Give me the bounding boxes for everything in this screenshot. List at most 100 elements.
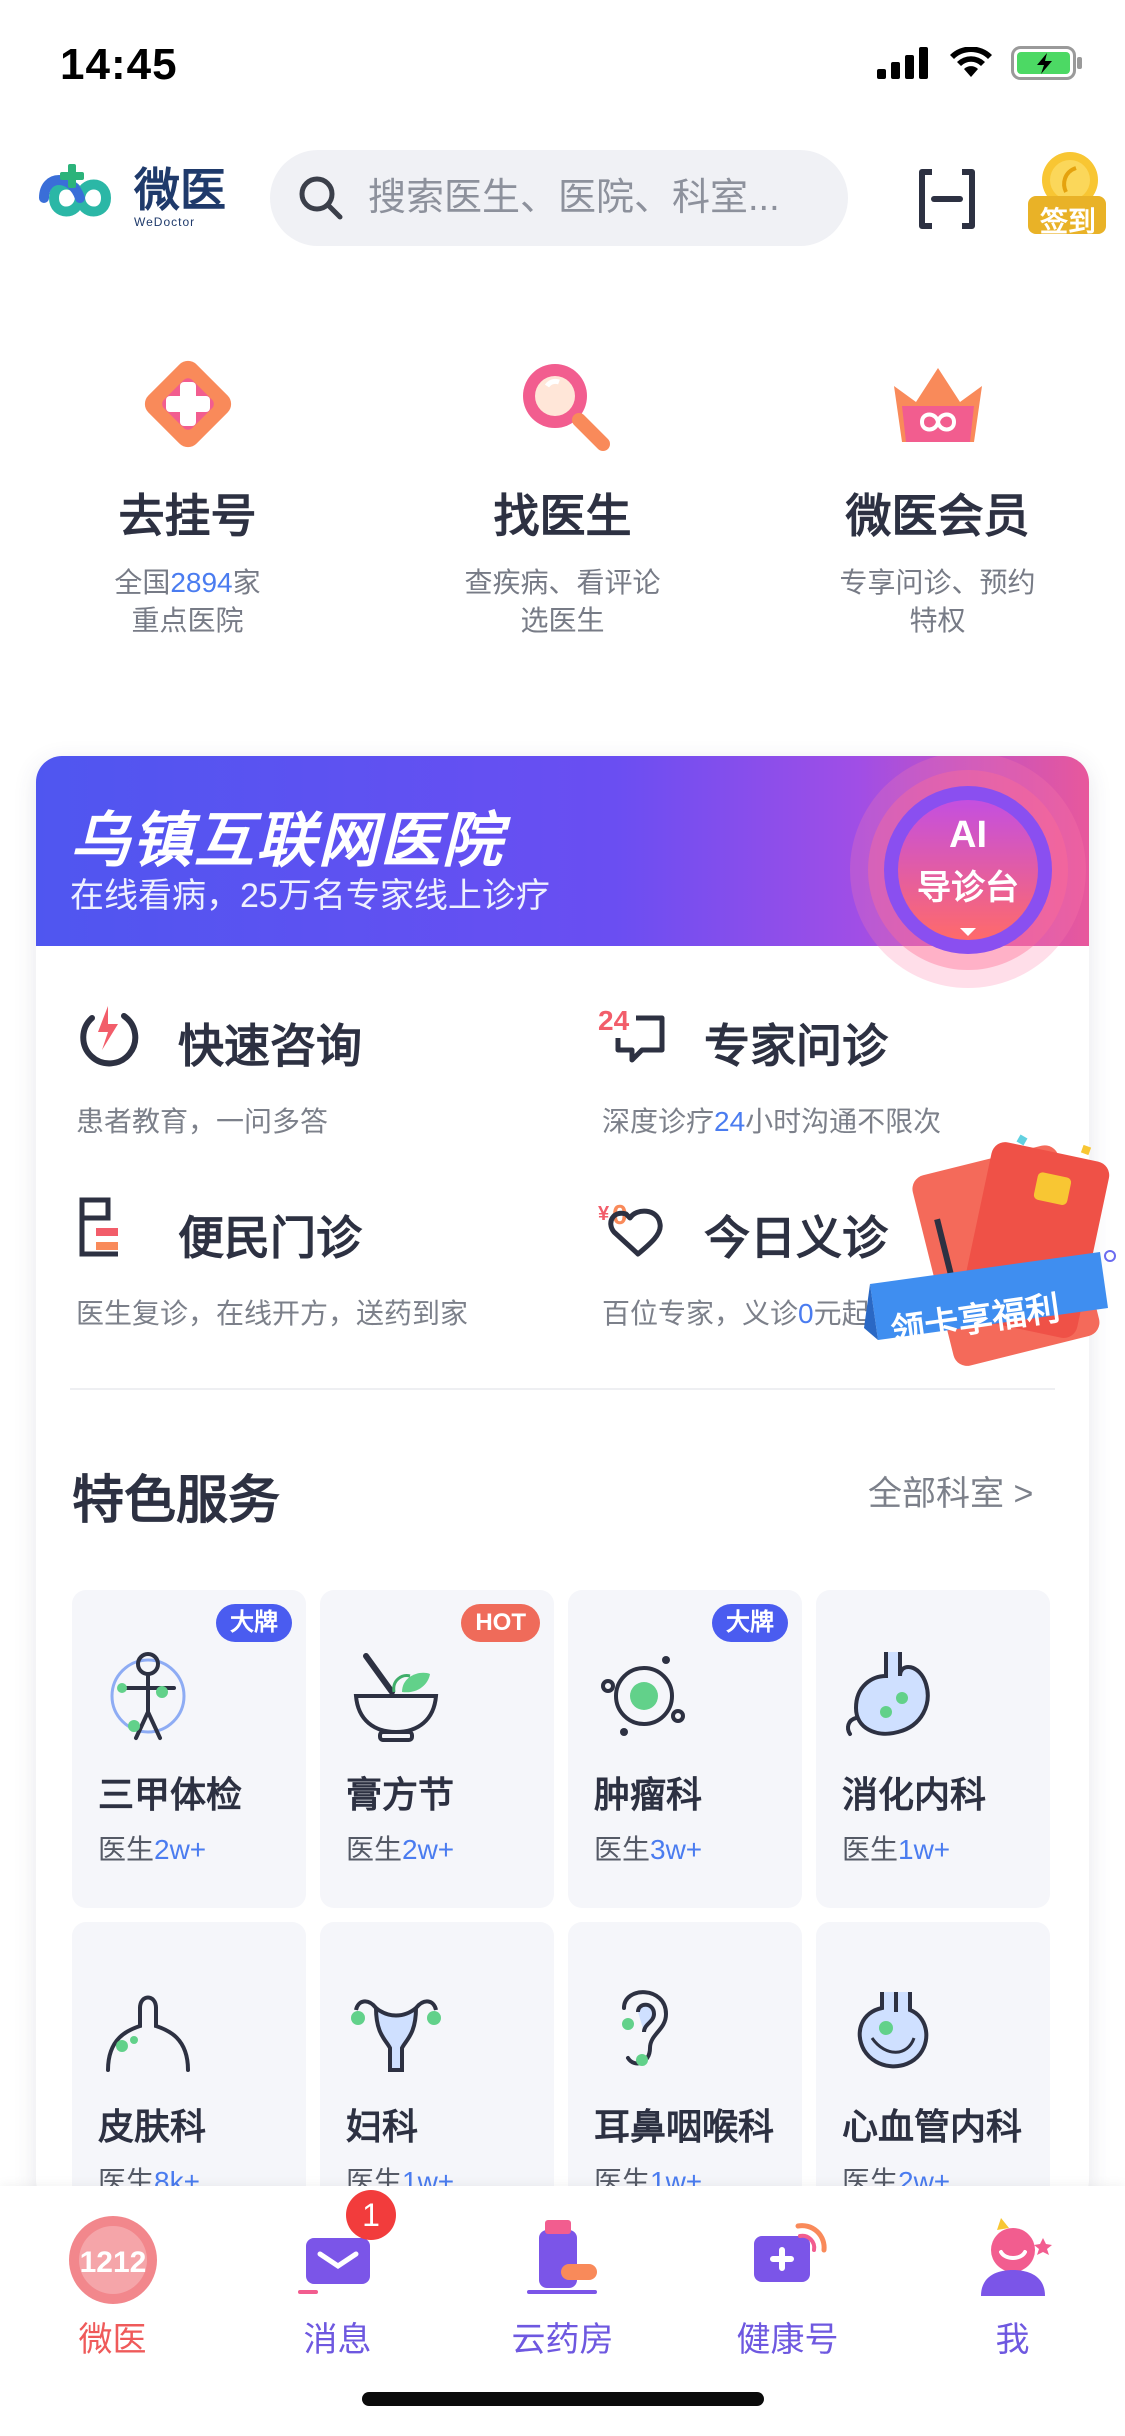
banner-title: 乌镇互联网医院 — [70, 807, 504, 874]
service-desc-line1: 专享问诊、预约 — [839, 567, 1036, 598]
tab-me[interactable]: 我 — [900, 2210, 1125, 2361]
tile-gastro[interactable]: 消化内科 医生1w+ — [816, 1590, 1050, 1908]
tab-pharmacy[interactable]: 云药房 — [450, 2210, 675, 2361]
tile-badge: HOT — [461, 1604, 540, 1642]
tile-count-prefix: 医生 — [594, 1834, 651, 1865]
service-desc: 查疾病、看评论 选医生 — [375, 564, 750, 640]
banner-subtitle: 在线看病，25万名专家线上诊疗 — [70, 877, 550, 915]
service-title: 微医会员 — [845, 490, 1030, 542]
tile-name: 膏方节 — [346, 1774, 455, 1815]
ear-icon — [622, 1990, 669, 2066]
service-desc: 专享问诊、预约 特权 — [750, 564, 1125, 640]
tile-name: 心血管内科 — [842, 2106, 1023, 2147]
quick-title: 便民门诊 — [178, 1212, 362, 1264]
tab-label: 我 — [995, 2321, 1030, 2359]
signal-icon — [877, 47, 928, 79]
tab-label: 微医 — [78, 2321, 147, 2359]
tile-dermatology[interactable]: 皮肤科 医生8k+ — [72, 1922, 306, 2206]
tile-count-prefix: 医生 — [842, 1834, 899, 1865]
tab-health-account[interactable]: 健康号 — [675, 2210, 900, 2361]
home-indicator — [362, 2392, 764, 2406]
signin-button[interactable]: 签到 — [1026, 148, 1108, 238]
tile-name: 皮肤科 — [98, 2106, 207, 2147]
clinic-service[interactable]: 便民门诊 医生复诊，在线开方，送药到家 — [72, 1197, 572, 1342]
tile-count-value: 2w+ — [154, 1834, 207, 1865]
heart-yuan-icon: ¥ 0 — [598, 1199, 663, 1257]
tile-physical-exam[interactable]: 大牌 三甲体检 医生2w+ — [72, 1590, 306, 1908]
stomach-icon — [846, 1652, 930, 1736]
service-desc-line1: 查疾病、看评论 — [464, 567, 661, 598]
lightning-clock-icon — [80, 1006, 139, 1067]
battery-icon — [1011, 46, 1082, 80]
tab-messages[interactable]: 消息 — [225, 2210, 450, 2361]
tile-name: 三甲体检 — [98, 1774, 243, 1815]
tile-name: 妇科 — [346, 2106, 419, 2147]
ai-triage-button[interactable]: AI 导诊台 — [842, 756, 1089, 1000]
shoulder-skin-icon — [106, 1995, 190, 2072]
uterus-icon — [351, 1999, 441, 2072]
signin-label: 签到 — [1039, 206, 1096, 237]
heart-organ-icon — [857, 1992, 929, 2069]
all-departments-link[interactable]: 全部科室 > — [868, 1466, 1033, 1515]
quick-desc-prefix: 深度诊疗 — [602, 1106, 715, 1137]
quick-desc: 医生复诊，在线开方，送药到家 — [76, 1298, 469, 1329]
search-input[interactable] — [366, 175, 830, 221]
service-find-doctor[interactable]: 找医生 查疾病、看评论 选医生 — [375, 350, 750, 640]
service-desc: 全国2894家 重点医院 — [0, 564, 375, 640]
search-bar[interactable] — [270, 150, 848, 246]
wedoctor-logo-icon — [39, 164, 112, 217]
tile-name: 消化内科 — [842, 1774, 987, 1815]
24h-chat-icon: 24 — [598, 1005, 665, 1063]
tile-ent[interactable]: 耳鼻咽喉科 医生1w+ — [568, 1922, 802, 2206]
hospital-card: 乌镇互联网医院 在线看病，25万名专家线上诊疗 AI 导诊台 快速咨询 患者教育… — [36, 756, 1089, 2206]
logo-text: 微医 — [134, 164, 226, 216]
service-register[interactable]: 去挂号 全国2894家 重点医院 — [0, 350, 375, 640]
quick-desc-number: 24 — [714, 1106, 746, 1137]
quick-desc-number: 0 — [798, 1298, 814, 1329]
app-logo: 微医 WeDoctor — [34, 162, 226, 234]
service-title: 去挂号 — [118, 490, 257, 542]
service-desc-line2: 选医生 — [520, 605, 605, 636]
search-icon — [299, 176, 343, 220]
tile-count-value: 1w+ — [898, 1834, 951, 1865]
svg-text:24: 24 — [598, 1005, 630, 1036]
scan-icon[interactable] — [916, 168, 978, 230]
logo-subtext: WeDoctor — [134, 215, 196, 229]
message-badge: 1 — [346, 2190, 396, 2240]
quick-title: 快速咨询 — [178, 1020, 362, 1072]
tile-count-value: 3w+ — [650, 1834, 703, 1865]
service-desc-line2: 重点医院 — [131, 605, 244, 636]
home-1212-icon: 1212 — [68, 2216, 157, 2304]
tile-count: 医生3w+ — [594, 1828, 702, 1868]
quick-consult[interactable]: 快速咨询 患者教育，一问多答 — [72, 1006, 572, 1150]
quick-title: 今日义诊 — [704, 1212, 888, 1264]
tile-herbal-festival[interactable]: HOT 膏方节 医生2w+ — [320, 1590, 554, 1908]
body-exam-icon — [110, 1652, 186, 1740]
tile-name: 肿瘤科 — [594, 1774, 703, 1815]
tile-cardiology[interactable]: 心血管内科 医生2w+ — [816, 1922, 1050, 2206]
quick-desc-prefix: 百位专家，义诊 — [602, 1298, 799, 1329]
tumor-cell-icon — [601, 1656, 685, 1736]
hospital-cross-icon — [144, 360, 231, 448]
tile-count-prefix: 医生 — [346, 1834, 403, 1865]
promo-card-banner[interactable]: 领卡享福利 — [864, 1132, 1116, 1370]
clinic-icon — [79, 1197, 118, 1257]
tile-count: 医生1w+ — [842, 1828, 950, 1868]
tab-home[interactable]: 1212 微医 — [0, 2210, 225, 2361]
tab-label: 消息 — [303, 2321, 372, 2359]
ai-triage-label: 导诊台 — [917, 869, 1019, 907]
tile-count: 医生2w+ — [98, 1828, 206, 1868]
wifi-icon — [950, 47, 992, 77]
service-desc-suffix: 家 — [232, 567, 261, 598]
tile-oncology[interactable]: 大牌 肿瘤科 医生3w+ — [568, 1590, 802, 1908]
service-membership[interactable]: 微医会员 专享问诊、预约 特权 — [750, 350, 1125, 640]
service-title: 找医生 — [493, 490, 632, 542]
expert-consult[interactable]: 24 专家问诊 深度诊疗24小时沟通不限次 — [598, 1005, 1089, 1150]
svg-text:¥: ¥ — [598, 1203, 610, 1225]
tile-gynecology[interactable]: 妇科 医生1w+ — [320, 1922, 554, 2206]
tile-count: 医生2w+ — [346, 1828, 454, 1868]
mortar-herb-icon — [353, 1653, 439, 1742]
status-time: 14:45 — [60, 40, 178, 89]
service-desc-line2: 特权 — [909, 605, 966, 636]
service-desc-prefix: 全国 — [114, 567, 171, 598]
